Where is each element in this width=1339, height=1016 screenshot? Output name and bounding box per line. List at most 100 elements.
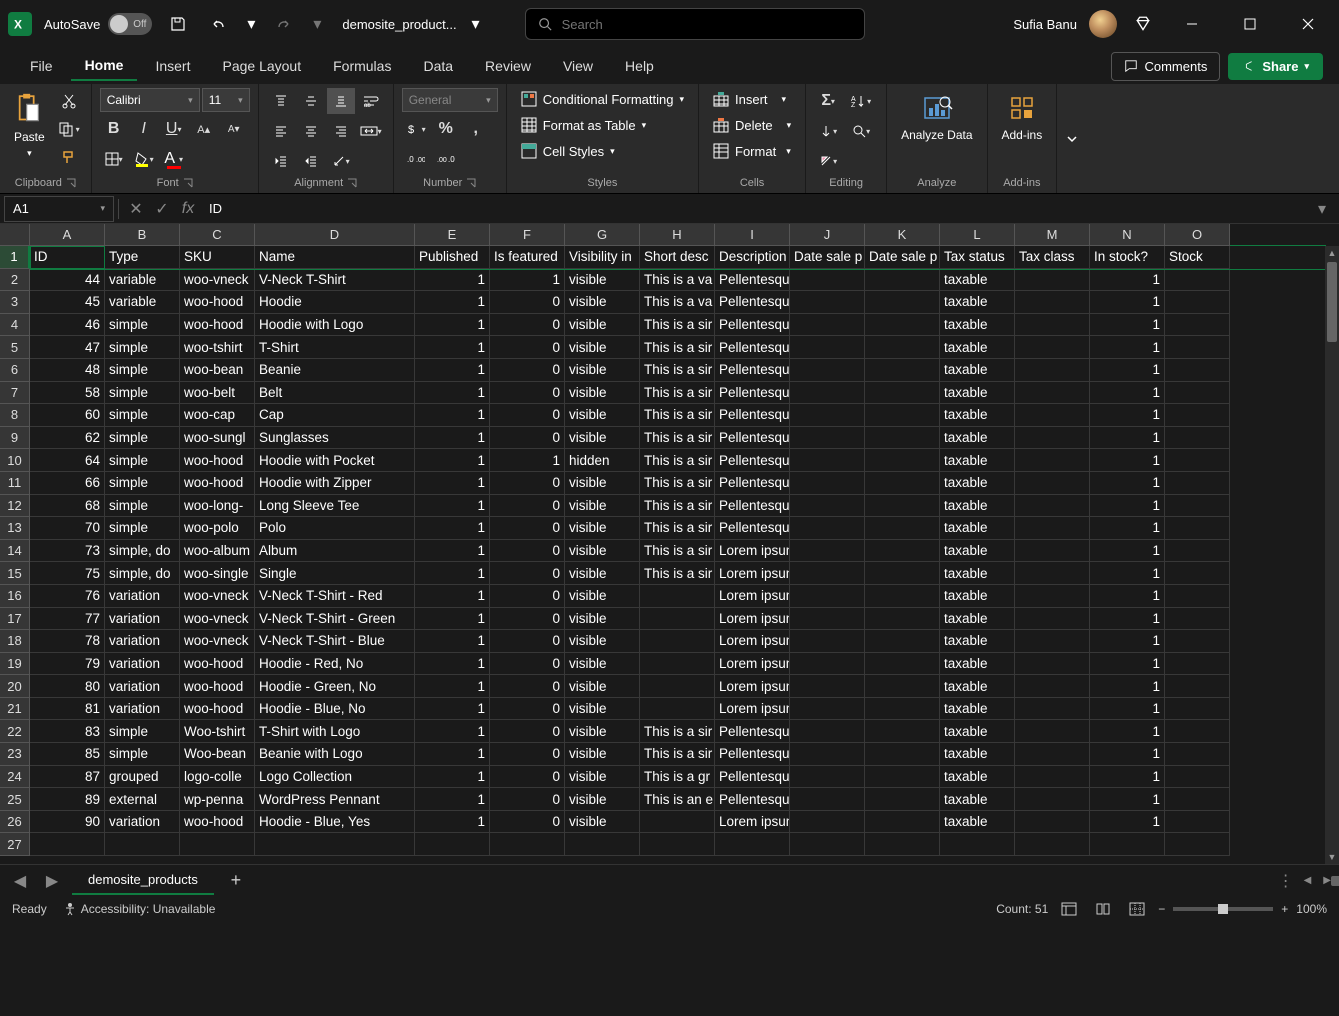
cell-C8[interactable]: woo-cap xyxy=(180,404,255,427)
cell-D8[interactable]: Cap xyxy=(255,404,415,427)
cell-O11[interactable] xyxy=(1165,472,1230,495)
cell-K21[interactable] xyxy=(865,698,940,721)
cell-C23[interactable]: Woo-bean xyxy=(180,743,255,766)
cell-D23[interactable]: Beanie with Logo xyxy=(255,743,415,766)
cell-L12[interactable]: taxable xyxy=(940,495,1015,518)
cell-H27[interactable] xyxy=(640,833,715,856)
cell-H3[interactable]: This is a va xyxy=(640,291,715,314)
cell-L10[interactable]: taxable xyxy=(940,449,1015,472)
cell-J5[interactable] xyxy=(790,336,865,359)
row-header-12[interactable]: 12 xyxy=(0,495,30,518)
row-header-8[interactable]: 8 xyxy=(0,404,30,427)
cell-O9[interactable] xyxy=(1165,427,1230,450)
cell-L6[interactable]: taxable xyxy=(940,359,1015,382)
cell-B20[interactable]: variation xyxy=(105,675,180,698)
cell-G25[interactable]: visible xyxy=(565,788,640,811)
sheet-options-button[interactable]: ⋮ xyxy=(1274,869,1298,893)
cell-H14[interactable]: This is a sir xyxy=(640,540,715,563)
cell-I11[interactable]: Pellentesque habitant morbi trist xyxy=(715,472,790,495)
cell-E22[interactable]: 1 xyxy=(415,720,490,743)
search-input[interactable] xyxy=(562,17,852,32)
row-header-14[interactable]: 14 xyxy=(0,540,30,563)
fill-button[interactable]: ▾ xyxy=(814,118,842,144)
cell-C25[interactable]: wp-penna xyxy=(180,788,255,811)
cell-F8[interactable]: 0 xyxy=(490,404,565,427)
maximize-button[interactable] xyxy=(1227,8,1273,40)
cell-H11[interactable]: This is a sir xyxy=(640,472,715,495)
cell-M8[interactable] xyxy=(1015,404,1090,427)
cell-G22[interactable]: visible xyxy=(565,720,640,743)
cell-L5[interactable]: taxable xyxy=(940,336,1015,359)
cell-F9[interactable]: 0 xyxy=(490,427,565,450)
cell-K25[interactable] xyxy=(865,788,940,811)
cell-J15[interactable] xyxy=(790,562,865,585)
cell-A5[interactable]: 47 xyxy=(30,336,105,359)
cell-M5[interactable] xyxy=(1015,336,1090,359)
cell-O6[interactable] xyxy=(1165,359,1230,382)
cell-G17[interactable]: visible xyxy=(565,608,640,631)
cell-M9[interactable] xyxy=(1015,427,1090,450)
cell-F13[interactable]: 0 xyxy=(490,517,565,540)
cell-E5[interactable]: 1 xyxy=(415,336,490,359)
tab-insert[interactable]: Insert xyxy=(141,52,204,80)
cell-N18[interactable]: 1 xyxy=(1090,630,1165,653)
row-header-22[interactable]: 22 xyxy=(0,720,30,743)
zoom-out-button[interactable]: − xyxy=(1158,902,1165,916)
cell-E16[interactable]: 1 xyxy=(415,585,490,608)
cell-G14[interactable]: visible xyxy=(565,540,640,563)
cell-A23[interactable]: 85 xyxy=(30,743,105,766)
cell-E25[interactable]: 1 xyxy=(415,788,490,811)
cell-B11[interactable]: simple xyxy=(105,472,180,495)
cell-G20[interactable]: visible xyxy=(565,675,640,698)
cell-G11[interactable]: visible xyxy=(565,472,640,495)
cell-G21[interactable]: visible xyxy=(565,698,640,721)
cell-I18[interactable]: Lorem ipsum dolor sit amet, con xyxy=(715,630,790,653)
cell-I5[interactable]: Pellentesque habitant morbi trist xyxy=(715,336,790,359)
cell-C14[interactable]: woo-album xyxy=(180,540,255,563)
cell-E17[interactable]: 1 xyxy=(415,608,490,631)
cell-F10[interactable]: 1 xyxy=(490,449,565,472)
cell-N17[interactable]: 1 xyxy=(1090,608,1165,631)
cell-M15[interactable] xyxy=(1015,562,1090,585)
cell-J20[interactable] xyxy=(790,675,865,698)
cell-M20[interactable] xyxy=(1015,675,1090,698)
cell-B9[interactable]: simple xyxy=(105,427,180,450)
cell-J22[interactable] xyxy=(790,720,865,743)
cell-I4[interactable]: Pellentesque habitant morbi trist xyxy=(715,314,790,337)
cell-F23[interactable]: 0 xyxy=(490,743,565,766)
cell-M22[interactable] xyxy=(1015,720,1090,743)
cell-G6[interactable]: visible xyxy=(565,359,640,382)
cell-M24[interactable] xyxy=(1015,766,1090,789)
row-header-24[interactable]: 24 xyxy=(0,766,30,789)
cell-N19[interactable]: 1 xyxy=(1090,653,1165,676)
cell-O12[interactable] xyxy=(1165,495,1230,518)
add-sheet-button[interactable]: + xyxy=(222,867,250,895)
tab-file[interactable]: File xyxy=(16,52,67,80)
formula-input[interactable]: ID xyxy=(201,201,1309,216)
cell-K7[interactable] xyxy=(865,382,940,405)
cell-H21[interactable] xyxy=(640,698,715,721)
cell-H19[interactable] xyxy=(640,653,715,676)
cell-C2[interactable]: woo-vneck xyxy=(180,269,255,292)
close-button[interactable] xyxy=(1285,8,1331,40)
cell-H16[interactable] xyxy=(640,585,715,608)
cell-F20[interactable]: 0 xyxy=(490,675,565,698)
addins-button[interactable]: Add-ins xyxy=(996,88,1049,146)
cell-O1[interactable]: Stock xyxy=(1165,246,1230,269)
format-as-table-button[interactable]: Format as Table▾ xyxy=(515,114,690,136)
cell-M26[interactable] xyxy=(1015,811,1090,834)
scroll-down-button[interactable]: ▼ xyxy=(1327,850,1337,864)
row-header-5[interactable]: 5 xyxy=(0,336,30,359)
cell-F26[interactable]: 0 xyxy=(490,811,565,834)
orientation-button[interactable]: ▾ xyxy=(327,148,355,174)
cell-G1[interactable]: Visibility in xyxy=(565,246,640,269)
cell-F21[interactable]: 0 xyxy=(490,698,565,721)
cell-L26[interactable]: taxable xyxy=(940,811,1015,834)
cell-G12[interactable]: visible xyxy=(565,495,640,518)
cell-E15[interactable]: 1 xyxy=(415,562,490,585)
cell-K19[interactable] xyxy=(865,653,940,676)
cell-O10[interactable] xyxy=(1165,449,1230,472)
cell-L23[interactable]: taxable xyxy=(940,743,1015,766)
cell-H8[interactable]: This is a sir xyxy=(640,404,715,427)
cell-K18[interactable] xyxy=(865,630,940,653)
